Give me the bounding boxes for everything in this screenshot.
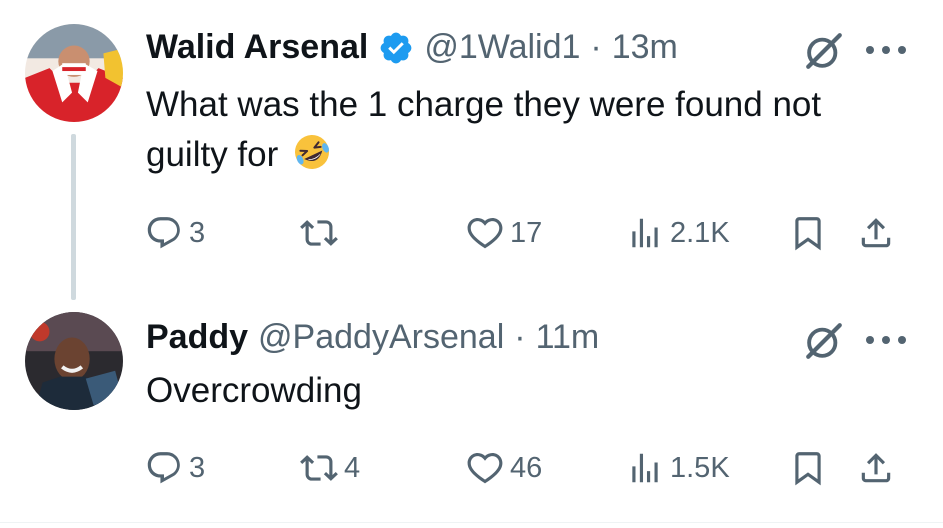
- tweet[interactable]: Walid Arsenal @1Walid1 · 13m What was th…: [0, 0, 943, 300]
- reply-button[interactable]: 3: [145, 443, 205, 493]
- bookmark-icon: [795, 217, 821, 251]
- share-button[interactable]: [857, 208, 895, 258]
- views-button[interactable]: 1.5K: [626, 443, 730, 493]
- like-count: 17: [510, 216, 543, 249]
- separator: ·: [590, 28, 602, 66]
- heart-icon: [467, 452, 503, 484]
- views-count: 1.5K: [670, 451, 730, 484]
- grok-icon[interactable]: [803, 320, 845, 362]
- views-button[interactable]: 2.1K: [626, 208, 730, 258]
- bookmark-button[interactable]: [789, 443, 827, 493]
- views-icon: [632, 453, 658, 483]
- avatar[interactable]: [25, 24, 123, 122]
- separator: ·: [514, 318, 526, 356]
- tweet-actions: 3 17 2.1K: [0, 208, 943, 258]
- repost-count: 4: [344, 451, 361, 484]
- author-name[interactable]: Paddy: [146, 318, 248, 357]
- share-icon: [861, 453, 891, 483]
- avatar[interactable]: [25, 312, 123, 410]
- bookmark-icon: [795, 452, 821, 486]
- avatar-image: [25, 312, 123, 410]
- repost-icon: [300, 220, 338, 246]
- divider: [0, 522, 943, 523]
- like-count: 46: [510, 451, 543, 484]
- tweet-text-content: Overcrowding: [146, 371, 362, 410]
- author-name[interactable]: Walid Arsenal: [146, 28, 368, 67]
- author-handle[interactable]: @1Walid1: [424, 28, 580, 67]
- tweet-text-content: What was the 1 charge they were found no…: [146, 85, 822, 174]
- repost-icon: [300, 455, 338, 481]
- tweet-text: What was the 1 charge they were found no…: [146, 80, 906, 180]
- share-button[interactable]: [857, 443, 895, 493]
- reply-count: 3: [189, 216, 206, 249]
- share-icon: [861, 218, 891, 248]
- grok-icon[interactable]: [803, 30, 845, 72]
- timestamp[interactable]: 13m: [612, 28, 678, 67]
- tweet[interactable]: Paddy @PaddyArsenal · 11m Overcrowding 3…: [0, 300, 943, 528]
- timestamp[interactable]: 11m: [536, 318, 600, 357]
- repost-button[interactable]: [300, 208, 344, 258]
- author-handle[interactable]: @PaddyArsenal: [258, 318, 504, 357]
- views-count: 2.1K: [670, 216, 730, 249]
- tweet-header: Paddy @PaddyArsenal · 11m: [146, 318, 599, 357]
- repost-button[interactable]: 4: [300, 443, 360, 493]
- heart-icon: [467, 217, 503, 249]
- bookmark-button[interactable]: [789, 208, 827, 258]
- tweet-actions: 3 4 46 1.5K: [0, 443, 943, 493]
- reply-icon: [147, 452, 180, 484]
- tweet-header: Walid Arsenal @1Walid1 · 13m: [146, 28, 678, 67]
- laughing-emoji-icon: [295, 135, 330, 169]
- verified-badge-icon: [380, 32, 412, 63]
- reply-count: 3: [189, 451, 206, 484]
- like-button[interactable]: 46: [466, 443, 542, 493]
- more-icon[interactable]: [862, 40, 910, 60]
- like-button[interactable]: 17: [466, 208, 542, 258]
- reply-icon: [147, 217, 180, 249]
- avatar-image: [25, 24, 123, 122]
- more-icon[interactable]: [862, 330, 910, 350]
- reply-button[interactable]: 3: [145, 208, 205, 258]
- views-icon: [632, 218, 658, 248]
- tweet-text: Overcrowding: [146, 366, 906, 416]
